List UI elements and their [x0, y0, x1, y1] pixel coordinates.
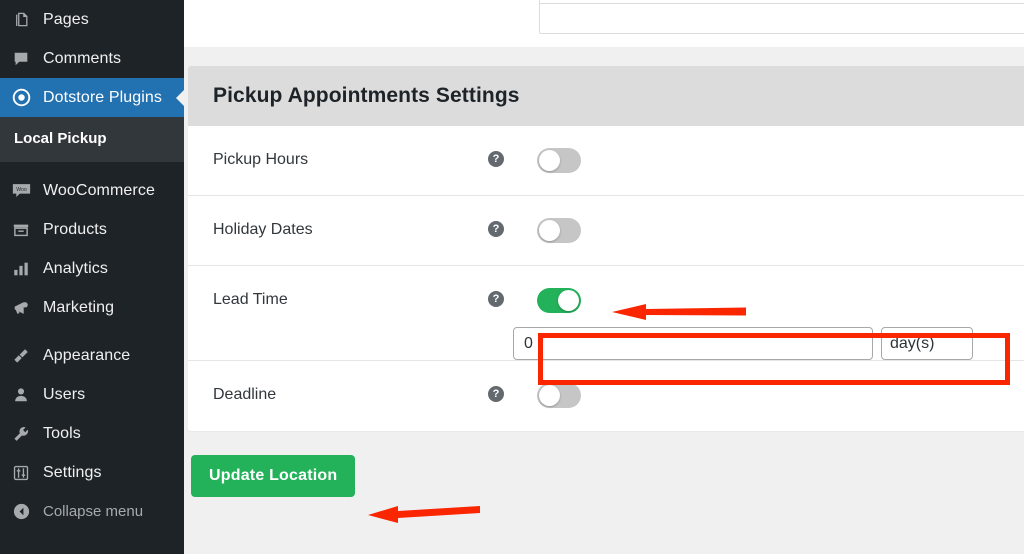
admin-sidebar: Pages Comments Dotstore Plugins Local Pi… [0, 0, 184, 554]
lead-time-unit-select[interactable]: day(s) [881, 327, 973, 360]
sidebar-item-dotstore-plugins[interactable]: Dotstore Plugins [0, 78, 184, 117]
sidebar-item-settings[interactable]: Settings [0, 453, 184, 492]
dotstore-icon [11, 88, 31, 108]
setting-control: ? [488, 361, 1024, 408]
products-icon [11, 220, 31, 240]
previous-panel-partial [184, 0, 1024, 47]
sidebar-item-users[interactable]: Users [0, 375, 184, 414]
svg-text:Woo: Woo [16, 187, 27, 193]
setting-control: ? [488, 196, 1024, 243]
comments-icon [11, 49, 31, 69]
toggle-knob [539, 385, 560, 406]
sidebar-item-label: Tools [43, 424, 81, 442]
sidebar-item-label: Marketing [43, 298, 115, 316]
lead-time-unit-value: day(s) [890, 334, 935, 352]
collapse-menu-label: Collapse menu [43, 502, 144, 520]
sidebar-item-marketing[interactable]: Marketing [0, 288, 184, 327]
sidebar-item-appearance[interactable]: Appearance [0, 336, 184, 375]
woocommerce-icon: Woo [11, 181, 31, 201]
sidebar-item-label: Users [43, 385, 86, 403]
panel-actions: Update Location [184, 431, 1024, 497]
annotation-arrow-toggle [612, 304, 746, 320]
partial-input-lower[interactable] [539, 3, 1024, 34]
sidebar-item-local-pickup[interactable]: Local Pickup [0, 125, 184, 152]
toggle-knob [539, 220, 560, 241]
sidebar-item-woocommerce[interactable]: Woo WooCommerce [0, 171, 184, 210]
setting-row-holiday-dates: Holiday Dates ? [188, 196, 1024, 266]
setting-label: Lead Time [213, 291, 288, 308]
submenu-dotstore: Local Pickup [0, 117, 184, 162]
help-icon[interactable]: ? [488, 151, 504, 167]
active-menu-pointer [176, 89, 184, 106]
wordpress-admin-screen: Pages Comments Dotstore Plugins Local Pi… [0, 0, 1024, 554]
sidebar-item-label: Appearance [43, 346, 131, 364]
toggle-knob [539, 150, 560, 171]
toggle-pickup-hours[interactable] [537, 148, 581, 173]
appearance-icon [11, 346, 31, 366]
setting-label: Pickup Hours [213, 151, 309, 168]
toggle-knob [558, 290, 579, 311]
sidebar-item-comments[interactable]: Comments [0, 39, 184, 78]
settings-icon [11, 463, 31, 483]
help-icon[interactable]: ? [488, 221, 504, 237]
sidebar-item-products[interactable]: Products [0, 210, 184, 249]
setting-control: ? [488, 126, 1024, 173]
sidebar-item-label: Products [43, 220, 107, 238]
setting-label: Deadline [213, 386, 277, 403]
main-content: Pickup Appointments Settings Pickup Hour… [184, 0, 1024, 554]
toggle-deadline[interactable] [537, 383, 581, 408]
sidebar-item-label: WooCommerce [43, 181, 155, 199]
sidebar-item-label: Dotstore Plugins [43, 88, 162, 106]
help-icon[interactable]: ? [488, 386, 504, 402]
lead-time-value-input[interactable] [513, 327, 873, 360]
toggle-lead-time[interactable] [537, 288, 581, 313]
tools-icon [11, 424, 31, 444]
collapse-arrow-icon [11, 501, 31, 521]
menu-separator [0, 327, 184, 336]
toggle-holiday-dates[interactable] [537, 218, 581, 243]
pages-icon [11, 10, 31, 30]
users-icon [11, 385, 31, 405]
setting-label: Holiday Dates [213, 221, 313, 238]
marketing-icon [11, 298, 31, 318]
annotation-arrow-update-button [368, 506, 480, 523]
sidebar-item-label: Analytics [43, 259, 108, 277]
sidebar-item-label: Comments [43, 49, 122, 67]
analytics-icon [11, 259, 31, 279]
collapse-menu-button[interactable]: Collapse menu [0, 492, 184, 530]
sidebar-item-label: Settings [43, 463, 102, 481]
sidebar-item-label: Pages [43, 10, 89, 28]
sidebar-item-analytics[interactable]: Analytics [0, 249, 184, 288]
lead-time-inputs: day(s) [488, 327, 1024, 360]
panel-title: Pickup Appointments Settings [188, 66, 1024, 126]
update-location-button[interactable]: Update Location [191, 455, 356, 497]
setting-control: ? day(s) [488, 266, 1024, 360]
help-icon[interactable]: ? [488, 291, 504, 307]
pickup-appointments-panel: Pickup Appointments Settings Pickup Hour… [188, 66, 1024, 431]
setting-row-pickup-hours: Pickup Hours ? [188, 126, 1024, 196]
setting-row-deadline: Deadline ? [188, 361, 1024, 431]
submenu-item-label: Local Pickup [14, 130, 107, 147]
menu-separator [0, 162, 184, 171]
sidebar-item-tools[interactable]: Tools [0, 414, 184, 453]
sidebar-item-pages[interactable]: Pages [0, 0, 184, 39]
